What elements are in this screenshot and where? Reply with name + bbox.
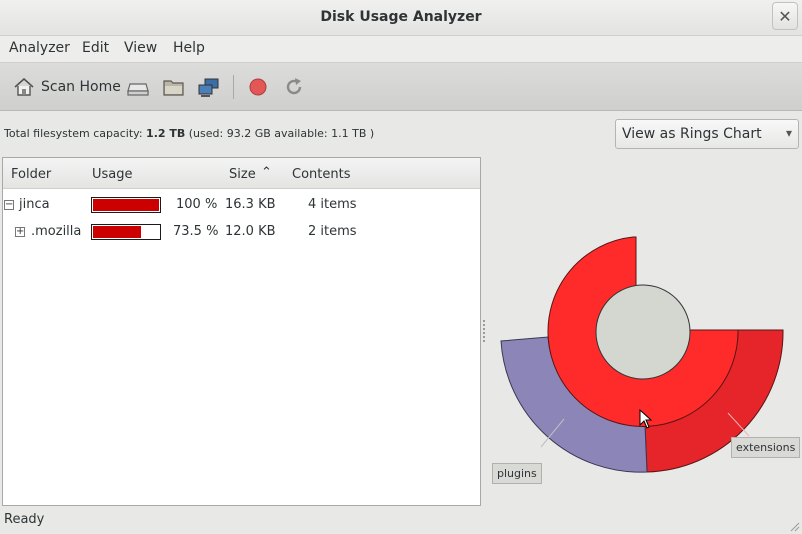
resize-grip-icon[interactable] — [788, 520, 800, 532]
chevron-down-icon: ▾ — [785, 126, 792, 140]
ring-center[interactable] — [595, 284, 691, 380]
pane-resize-handle[interactable] — [482, 318, 486, 346]
extensions-label: extensions — [731, 437, 801, 458]
tree-header: Folder Usage Size ⌃ Contents — [3, 158, 480, 189]
refresh-button[interactable] — [283, 74, 305, 100]
menu-help[interactable]: Help — [173, 40, 205, 56]
home-icon — [14, 77, 34, 96]
plugins-label: plugins — [492, 463, 542, 484]
network-icon — [198, 78, 219, 97]
column-folder[interactable]: Folder — [11, 167, 51, 182]
menu-edit[interactable]: Edit — [82, 40, 109, 56]
expand-icon[interactable]: + — [15, 227, 25, 237]
close-button[interactable]: ✕ — [772, 2, 798, 30]
title-bar: Disk Usage Analyzer ✕ — [0, 0, 802, 36]
capacity-info: Total filesystem capacity: 1.2 TB (used:… — [4, 127, 374, 140]
row-folder-name: .mozilla — [31, 224, 82, 239]
status-bar: Ready — [0, 507, 802, 534]
row-contents: 2 items — [308, 224, 357, 239]
row-size: 16.3 KB — [225, 197, 276, 212]
close-icon: ✕ — [778, 6, 792, 26]
scan-folder-button[interactable] — [162, 74, 186, 100]
view-select-value: View as Rings Chart — [622, 126, 762, 142]
refresh-icon — [286, 78, 302, 95]
scan-home-label: Scan Home — [41, 79, 121, 95]
row-percent: 100 % — [176, 197, 218, 212]
menu-analyzer[interactable]: Analyzer — [9, 40, 70, 56]
capacity-prefix: Total filesystem capacity: — [4, 127, 147, 140]
usage-bar-fill — [93, 199, 159, 211]
scan-remote-button[interactable] — [197, 74, 221, 100]
table-row[interactable]: + .mozilla 73.5 % 12.0 KB 2 items — [3, 218, 480, 245]
usage-bar-fill — [93, 226, 141, 238]
row-folder-name: jinca — [19, 197, 50, 212]
menu-view[interactable]: View — [124, 40, 157, 56]
table-row[interactable]: − jinca 100 % 16.3 KB 4 items — [3, 191, 480, 218]
toolbar-separator — [233, 75, 234, 99]
row-contents: 4 items — [308, 197, 357, 212]
rings-chart[interactable]: plugins extensions — [487, 157, 802, 511]
menu-bar: Analyzer Edit View Help — [0, 36, 802, 63]
info-bar: Total filesystem capacity: 1.2 TB (used:… — [0, 111, 802, 157]
stop-icon — [249, 78, 267, 96]
row-size: 12.0 KB — [225, 224, 276, 239]
drive-icon — [127, 83, 149, 96]
column-contents[interactable]: Contents — [292, 167, 350, 182]
folder-tree[interactable]: Folder Usage Size ⌃ Contents − jinca 100… — [2, 157, 481, 506]
row-percent: 73.5 % — [173, 224, 219, 239]
status-text: Ready — [4, 512, 45, 527]
mouse-cursor-icon — [639, 409, 653, 429]
scan-home-button[interactable]: Scan Home — [13, 74, 121, 100]
scan-filesystem-button[interactable] — [126, 74, 150, 100]
toolbar: Scan Home — [0, 63, 802, 111]
view-select[interactable]: View as Rings Chart ▾ — [615, 119, 799, 149]
sort-ascending-icon: ⌃ — [261, 165, 272, 180]
usage-bar — [91, 197, 161, 213]
folder-icon — [163, 80, 184, 96]
window-title: Disk Usage Analyzer — [320, 9, 482, 25]
capacity-total: 1.2 TB — [146, 127, 186, 140]
column-size[interactable]: Size — [229, 167, 256, 182]
stop-button[interactable] — [247, 74, 269, 100]
collapse-icon[interactable]: − — [4, 200, 14, 210]
column-usage[interactable]: Usage — [92, 167, 133, 182]
usage-bar — [91, 224, 161, 240]
capacity-details: (used: 93.2 GB available: 1.1 TB ) — [185, 127, 375, 140]
